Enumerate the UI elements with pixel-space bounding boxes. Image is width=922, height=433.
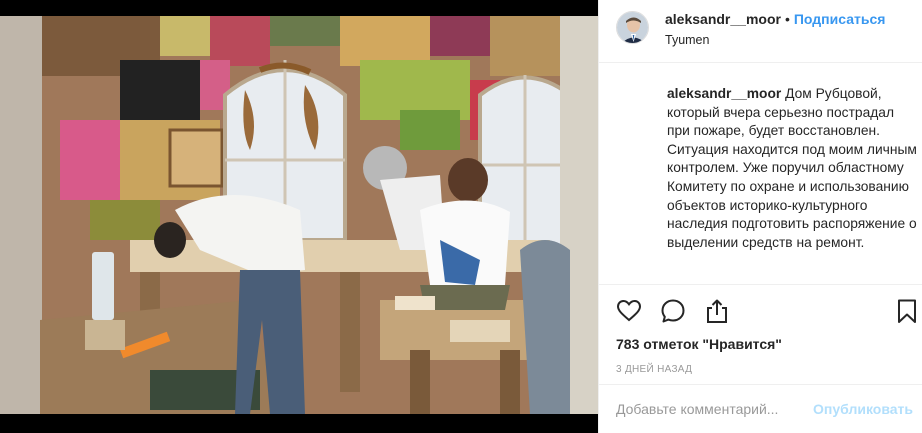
- comment-input[interactable]: [616, 401, 814, 417]
- post-comment-button[interactable]: Опубликовать: [813, 401, 913, 417]
- post-photo[interactable]: [0, 0, 598, 433]
- post-sidebar: aleksandr__moor • Подписаться Tyumen ale…: [598, 0, 922, 433]
- header-username[interactable]: aleksandr__moor: [665, 11, 781, 27]
- heart-icon[interactable]: [616, 298, 642, 324]
- workshop-photo: [0, 0, 598, 433]
- comment-box: Опубликовать: [599, 384, 922, 433]
- caption-text: Дом Рубцовой, который вчера серьезно пос…: [667, 86, 917, 250]
- share-icon[interactable]: [704, 298, 730, 324]
- action-bar: [616, 298, 916, 326]
- post-caption: aleksandr__moor Дом Рубцовой, который вч…: [667, 85, 919, 252]
- post-actions: 783 отметок "Нравится" 3 ДНЕЙ НАЗАД: [599, 284, 922, 384]
- comment-icon[interactable]: [660, 298, 686, 324]
- avatar-image: [617, 12, 648, 43]
- follow-button[interactable]: Подписаться: [794, 11, 886, 27]
- avatar[interactable]: [616, 11, 649, 44]
- likes-count[interactable]: 783 отметок "Нравится": [616, 336, 782, 352]
- post-timestamp[interactable]: 3 ДНЕЙ НАЗАД: [616, 364, 692, 375]
- caption-username[interactable]: aleksandr__moor: [667, 86, 781, 101]
- post-header: aleksandr__moor • Подписаться Tyumen: [599, 0, 922, 63]
- location-link[interactable]: Tyumen: [665, 33, 885, 47]
- separator-dot: •: [784, 11, 790, 27]
- bookmark-icon[interactable]: [894, 298, 920, 324]
